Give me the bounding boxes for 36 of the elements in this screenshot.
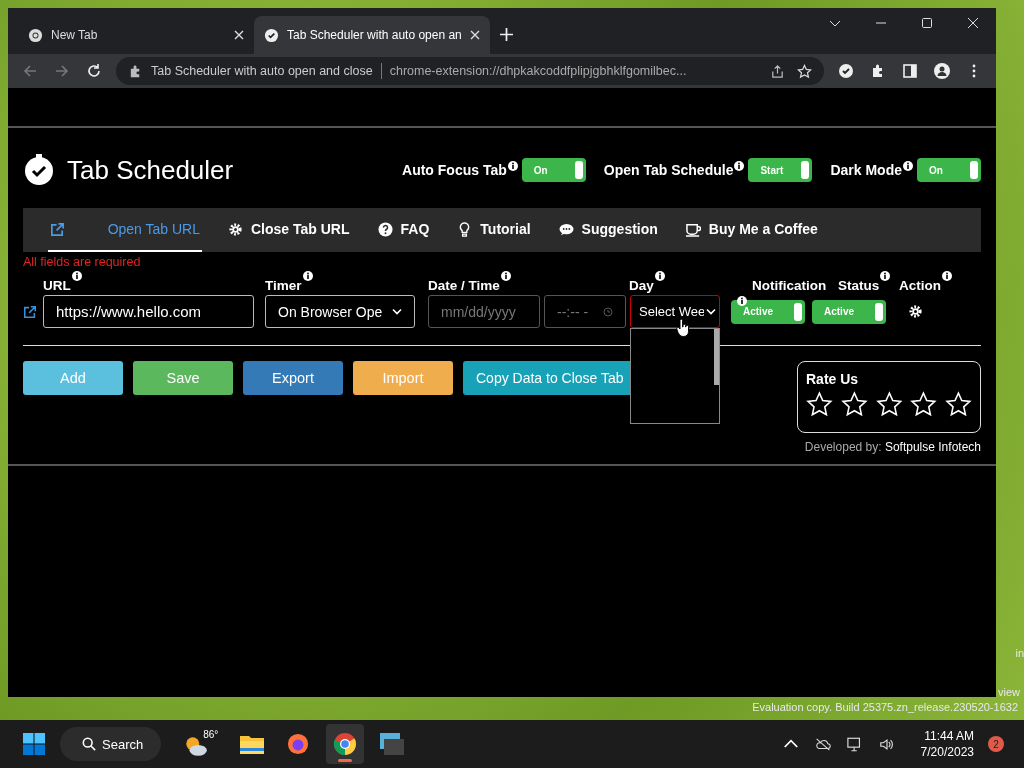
browser-tab[interactable]: Tab Scheduler with auto open an <box>254 16 490 54</box>
developer-credit: Developed by: Softpulse Infotech <box>804 440 981 454</box>
day-select[interactable]: Select Wee <box>630 295 720 328</box>
nav-tab[interactable]: Open Tab URL <box>48 208 202 252</box>
column-header: Action <box>899 278 941 293</box>
action-button[interactable]: Export <box>243 361 343 395</box>
nav-tab[interactable]: Tutorial <box>455 208 533 252</box>
nav-tab[interactable]: Buy Me a Coffee <box>683 208 820 252</box>
desktop-text: Evaluation copy. Build 25375.zn_release.230520-1632 <box>752 701 1018 713</box>
column-header: Status <box>838 278 880 293</box>
column-header: Timer <box>265 278 302 293</box>
column-header: Date / Time <box>428 278 500 293</box>
toggle-label: Open Tab Schedule <box>603 162 734 178</box>
rating-title: Rate Us <box>806 371 860 387</box>
toggle-label: Auto Focus Tab <box>402 162 507 178</box>
date-field[interactable]: mm/dd/yyyy <box>428 295 540 328</box>
weather-widget[interactable]: 86° <box>183 729 219 759</box>
column-header: URL <box>43 278 71 293</box>
notification-badge[interactable]: 2 <box>988 736 1004 752</box>
column-header: Notification <box>752 278 827 293</box>
desktop-text: in <box>1015 647 1024 659</box>
taskbar-clock[interactable]: 11:44 AM 7/20/2023 <box>920 729 974 759</box>
nav-tab[interactable]: Suggestion <box>556 208 660 252</box>
column-header: Day <box>629 278 654 293</box>
time-field[interactable]: --:-- - <box>544 295 626 328</box>
address-bar[interactable]: Tab Scheduler with auto open and close chrome-extension://dhpkakcoddfplipjgbhklfgomilbec... <box>116 57 824 85</box>
nav-tab[interactable]: FAQ <box>375 208 432 252</box>
app-title: Tab Scheduler <box>67 154 234 186</box>
desktop-text: view <box>998 686 1020 698</box>
taskbar-search[interactable]: Search <box>60 727 162 761</box>
error-message: All fields are required <box>23 255 142 269</box>
browser-tab[interactable]: New Tab <box>18 16 254 54</box>
toggle-label: Dark Mode <box>830 162 902 178</box>
nav-tab[interactable]: Close Tab URL <box>226 208 352 252</box>
timer-select[interactable]: On Browser Ope <box>265 295 415 328</box>
url-field[interactable]: https://www.hello.com <box>43 295 254 328</box>
